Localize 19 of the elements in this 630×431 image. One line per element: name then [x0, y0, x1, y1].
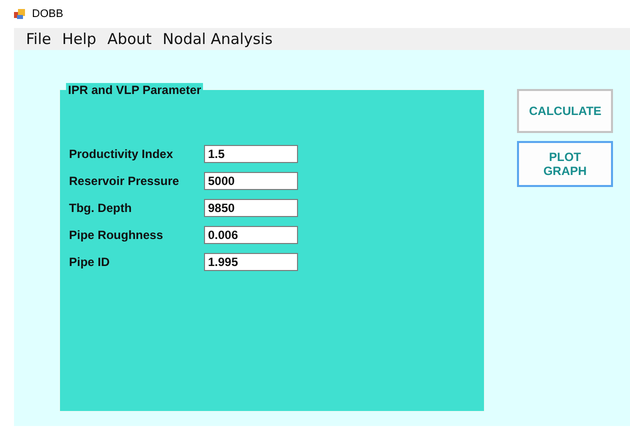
input-field[interactable]: 0.006 [204, 226, 298, 244]
input-field[interactable]: 1.995 [204, 252, 298, 270]
field-label: Pipe ID [69, 254, 111, 268]
field-label: Tbg. Depth [69, 200, 133, 214]
input-field[interactable]: 5000 [204, 172, 298, 190]
menu-item[interactable]: Help [58, 30, 104, 48]
window-title: DOBB [32, 8, 64, 20]
input-field[interactable]: 9850 [204, 198, 298, 216]
menu-item[interactable]: File [22, 30, 58, 48]
group-title: IPR and VLP Parameter [66, 83, 204, 97]
calculate-button[interactable]: CALCULATE [517, 89, 613, 133]
input-field[interactable]: 1.5 [204, 144, 298, 162]
field-label: Reservoir Pressure [69, 174, 180, 188]
plot-button[interactable]: PLOT GRAPH [517, 141, 613, 187]
menu-item[interactable]: About [103, 30, 159, 48]
app-icon [14, 8, 26, 20]
menu-item[interactable]: Nodal Analysis [158, 30, 280, 48]
field-label: Pipe Roughness [69, 228, 164, 242]
field-label: Productivity Index [69, 146, 174, 160]
